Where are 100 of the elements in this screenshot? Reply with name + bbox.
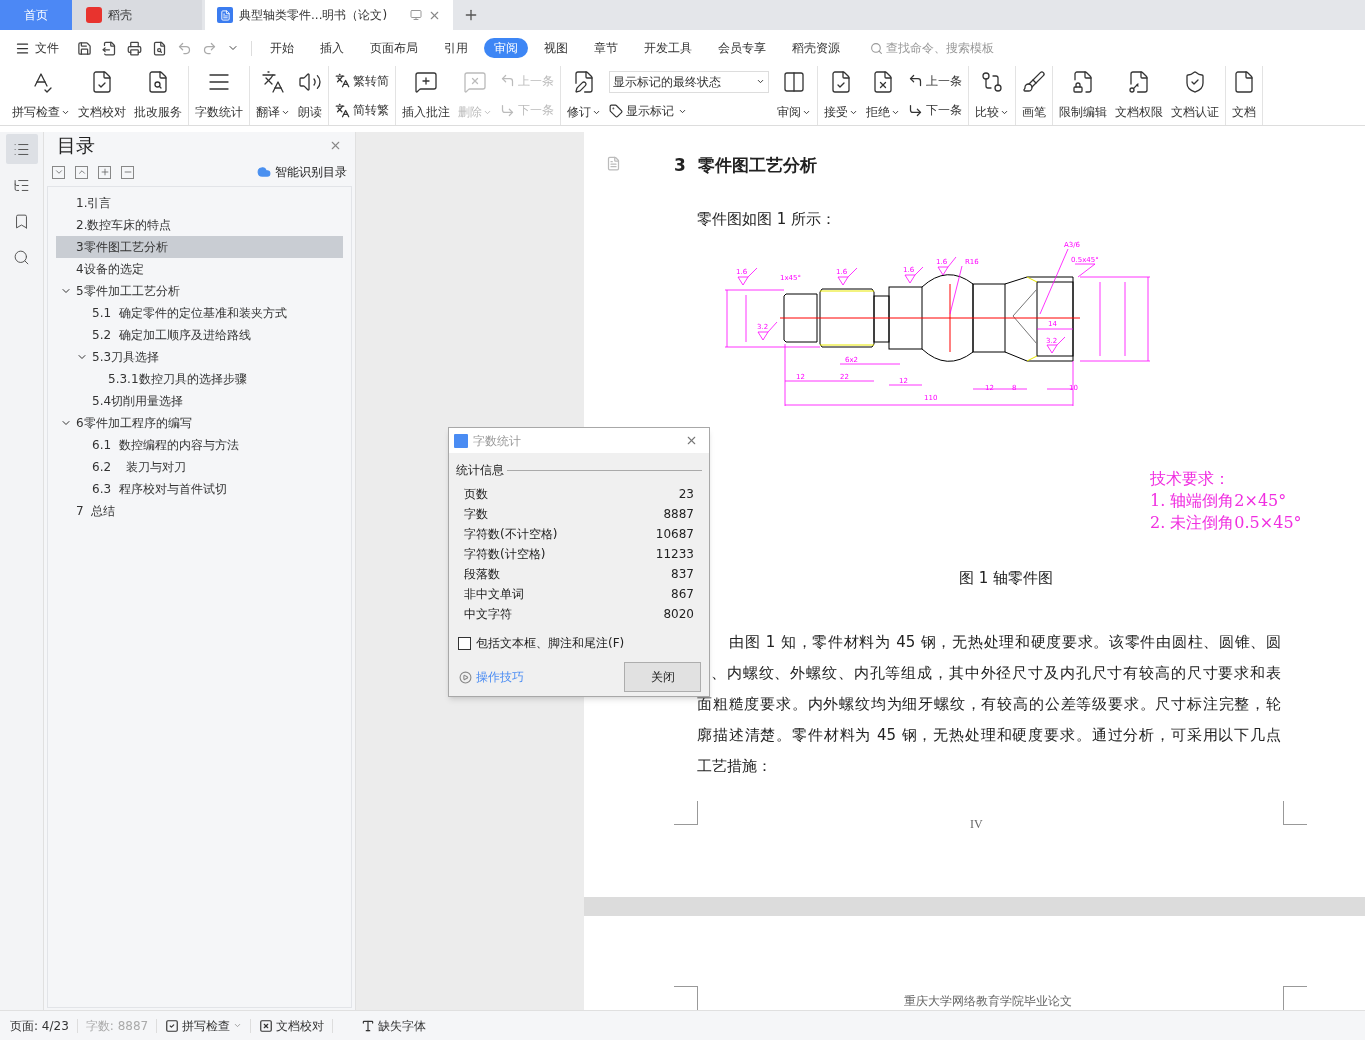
stat-value: 867 <box>671 586 694 603</box>
toc-item[interactable]: 6.3 程序校对与首件试切 <box>56 478 343 500</box>
ribbon-tab[interactable]: 开发工具 <box>634 38 702 58</box>
ribbon-tab[interactable]: 章节 <box>584 38 628 58</box>
ribbon-tab[interactable]: 会员专享 <box>708 38 776 58</box>
toc-item[interactable]: 1.引言 <box>56 192 343 214</box>
ribbon-small-button[interactable]: 下一条 <box>908 101 962 120</box>
ribbon-button[interactable]: 比较 <box>972 66 1012 125</box>
stat-value: 10687 <box>655 526 694 543</box>
ribbon-tab[interactable]: 稻壳资源 <box>782 38 850 58</box>
stat-label: 字符数(不计空格) <box>464 526 558 543</box>
stat-value: 8020 <box>663 606 694 623</box>
stat-value: 11233 <box>655 546 694 563</box>
toc-item[interactable]: 2.数控车床的特点 <box>56 214 343 236</box>
app-logo-icon <box>454 433 468 448</box>
menu-icon <box>15 40 30 56</box>
close-icon[interactable] <box>685 434 698 447</box>
toc-item[interactable]: 5零件加工工艺分析 <box>56 280 343 302</box>
ribbon-button[interactable]: 批改服务 <box>131 66 185 125</box>
ribbon-button[interactable]: 限制编辑 <box>1056 66 1110 125</box>
toc-item[interactable]: 5.4切削用量选择 <box>56 390 343 412</box>
stat-label: 字数 <box>464 506 488 523</box>
smart-toc-button[interactable]: 智能识别目录 <box>257 163 347 181</box>
heading-number: 3 <box>674 154 686 178</box>
previous-icon <box>908 73 923 89</box>
close-button[interactable]: 关闭 <box>624 662 701 692</box>
page-icon[interactable] <box>606 156 621 171</box>
corner-mark <box>674 801 698 825</box>
file-pen-icon <box>572 70 596 94</box>
save-icon[interactable] <box>77 40 92 56</box>
ribbon-small-button[interactable]: 上一条 <box>908 71 962 90</box>
tag-icon <box>609 104 623 119</box>
print-icon[interactable] <box>127 40 142 56</box>
toc-item[interactable]: 4设备的选定 <box>56 258 343 280</box>
ribbon-small-button[interactable]: 简转繁 <box>335 101 389 120</box>
export-icon[interactable] <box>102 40 117 56</box>
ribbon-tab[interactable]: 开始 <box>260 38 304 58</box>
ribbon-button[interactable]: 拒绝 <box>863 66 903 125</box>
stat-value: 837 <box>671 566 694 583</box>
spell-check-button[interactable]: 拼写检查 <box>165 1016 243 1035</box>
expand-up-icon[interactable] <box>75 165 88 179</box>
plus-icon[interactable] <box>98 165 111 179</box>
ribbon-tab[interactable]: 视图 <box>534 38 578 58</box>
ribbon-tab[interactable]: 插入 <box>310 38 354 58</box>
ribbon-button[interactable]: 文档校对 <box>75 66 129 125</box>
ribbon-button[interactable]: 画笔 <box>1019 66 1049 125</box>
ribbon-button[interactable]: 字数统计 <box>192 66 246 125</box>
ribbon-button[interactable]: 朗读 <box>295 66 325 125</box>
ribbon-button[interactable]: 接受 <box>821 66 861 125</box>
rail-button[interactable] <box>5 134 38 164</box>
toc-item[interactable]: 5.3刀具选择 <box>56 346 343 368</box>
proofread-button[interactable]: 文档校对 <box>259 1016 325 1035</box>
checkbox-label: 包括文本框、脚注和尾注(F) <box>476 635 625 652</box>
file-menu-button[interactable]: 文件 <box>15 39 59 57</box>
file-check-icon <box>829 70 853 94</box>
command-search-field[interactable]: 查找命令、搜索模板 <box>870 39 1016 57</box>
heading-title: 零件图工艺分析 <box>697 154 817 178</box>
convert-icon <box>335 102 350 118</box>
word-count-indicator: 字数: 8887 <box>85 1017 149 1035</box>
toc-item[interactable]: 7 总结 <box>56 500 343 522</box>
minus-icon[interactable] <box>121 165 134 179</box>
document-logo-icon <box>217 7 233 23</box>
caret-icon <box>233 1021 243 1030</box>
toc-item[interactable]: 5.1 确定零件的定位基准和装夹方式 <box>56 302 343 324</box>
window-tab[interactable]: 典型轴类零件...明书（论文) <box>205 0 453 30</box>
toc-item[interactable]: 6.1 数控编程的内容与方法 <box>56 434 343 456</box>
window-tab[interactable]: 稻壳 <box>72 0 202 30</box>
dialog-title: 字数统计 <box>473 432 522 450</box>
toc-item[interactable]: 5.2 确定加工顺序及进给路线 <box>56 324 343 346</box>
ribbon-button[interactable]: 文档 <box>1229 66 1259 125</box>
toc-item[interactable]: 6零件加工程序的编写 <box>56 412 343 434</box>
checkbox[interactable] <box>458 636 471 650</box>
ribbon-button[interactable]: 文档认证 <box>1168 66 1222 125</box>
ribbon-button[interactable]: 插入批注 <box>399 66 453 125</box>
figure-caption: 图 1 轴零件图 <box>959 567 1055 589</box>
new-tab-icon[interactable] <box>463 7 479 23</box>
monitor-icon[interactable] <box>410 9 422 21</box>
missing-fonts-button[interactable]: 缺失字体 <box>361 1016 427 1035</box>
redo-icon[interactable] <box>202 40 217 56</box>
ribbon-tab[interactable]: 页面布局 <box>360 38 428 58</box>
ribbon-small-button[interactable]: 繁转简 <box>335 71 389 90</box>
undo-icon[interactable] <box>177 40 192 56</box>
stat-label: 段落数 <box>464 566 500 583</box>
preview-icon[interactable] <box>152 40 167 56</box>
file-x-icon <box>871 70 895 94</box>
ribbon-button[interactable]: 翻译 <box>253 66 293 125</box>
stat-label: 字符数(计空格) <box>464 546 546 563</box>
ribbon-button[interactable]: 拼写检查 <box>9 66 73 125</box>
brush-icon <box>1022 70 1046 94</box>
toc-item[interactable]: 3零件图工艺分析 <box>56 236 343 258</box>
markup-dropdown[interactable]: 显示标记的最终状态 <box>609 70 769 93</box>
ribbon-button[interactable]: 文档权限 <box>1112 66 1166 125</box>
collapse-all-icon[interactable] <box>52 165 65 179</box>
ribbon-button[interactable]: 修订 <box>564 66 604 125</box>
ribbon-button[interactable]: 审阅 <box>774 66 814 125</box>
ribbon-tab[interactable]: 引用 <box>434 38 478 58</box>
toc-item[interactable]: 6.2 装刀与对刀 <box>56 456 343 478</box>
ribbon-tab[interactable]: 审阅 <box>484 38 528 58</box>
show-markup-button[interactable]: 显示标记 <box>609 102 769 121</box>
toc-item[interactable]: 5.3.1数控刀具的选择步骤 <box>56 368 343 390</box>
